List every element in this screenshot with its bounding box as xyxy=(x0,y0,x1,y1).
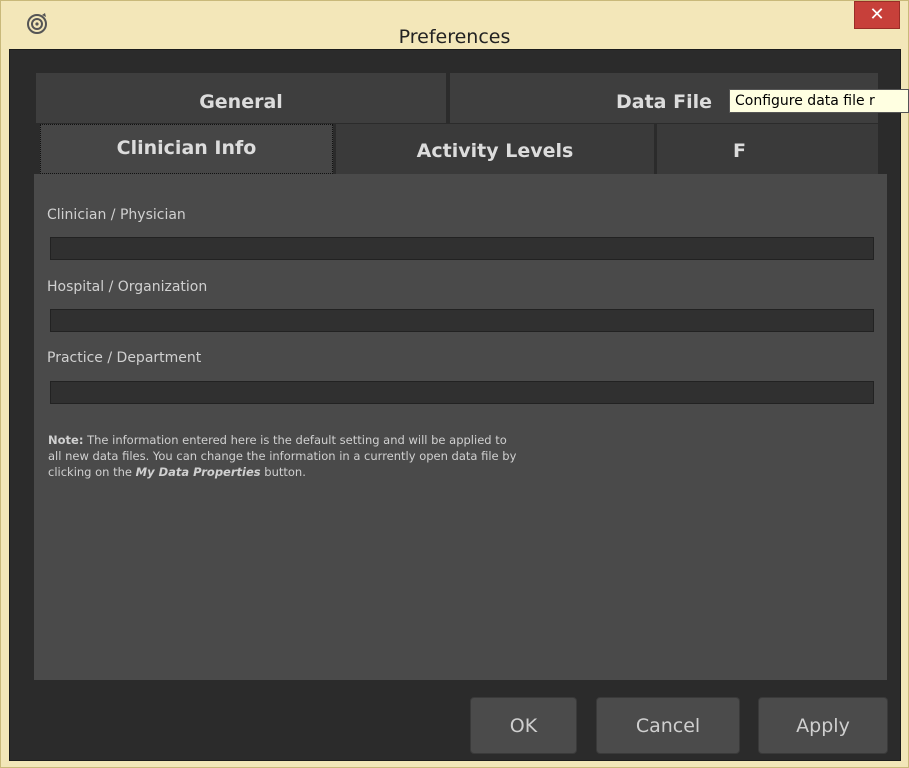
note-line3-after: button. xyxy=(260,465,306,479)
apply-button[interactable]: Apply xyxy=(758,697,888,754)
practice-input[interactable] xyxy=(50,381,874,404)
tab-activity-levels-label: Activity Levels xyxy=(416,140,574,162)
title-bar[interactable]: Preferences ✕ xyxy=(1,1,908,49)
preferences-window: Preferences ✕ General Data File Clinicia… xyxy=(0,0,909,768)
dialog-body: General Data File Clinician Info Activit… xyxy=(9,49,901,761)
close-icon: ✕ xyxy=(869,4,885,25)
note-prefix: Note: xyxy=(48,433,84,447)
ok-button[interactable]: OK xyxy=(470,697,577,754)
clinician-label: Clinician / Physician xyxy=(47,207,186,223)
tab-activity-levels[interactable]: Activity Levels xyxy=(336,124,654,174)
note-text: Note: The information entered here is th… xyxy=(48,432,648,480)
tab-general-label: General xyxy=(199,91,283,113)
note-emphasis: My Data Properties xyxy=(135,465,261,479)
practice-label: Practice / Department xyxy=(47,350,202,366)
tab-data-file-label: Data File xyxy=(615,91,712,113)
cancel-button[interactable]: Cancel xyxy=(596,697,740,754)
window-title: Preferences xyxy=(398,26,511,48)
tab-clinician-info-label: Clinician Info xyxy=(116,137,257,159)
hospital-input[interactable] xyxy=(50,309,874,332)
hospital-label: Hospital / Organization xyxy=(47,279,208,295)
clinician-input[interactable] xyxy=(50,237,874,260)
data-file-tooltip: Configure data file r xyxy=(729,89,909,113)
note-line3-before: clicking on the xyxy=(48,465,136,479)
tab-general[interactable]: General xyxy=(36,73,446,123)
tab-clinician-info[interactable]: Clinician Info xyxy=(40,124,333,174)
close-button[interactable]: ✕ xyxy=(854,1,900,29)
tab-third[interactable]: F xyxy=(657,124,878,174)
tab-third-label: F xyxy=(733,140,746,162)
clinician-info-panel: Clinician / Physician Hospital / Organiz… xyxy=(34,174,887,680)
note-line2: all new data files. You can change the i… xyxy=(48,449,517,463)
note-line1: The information entered here is the defa… xyxy=(83,433,507,447)
